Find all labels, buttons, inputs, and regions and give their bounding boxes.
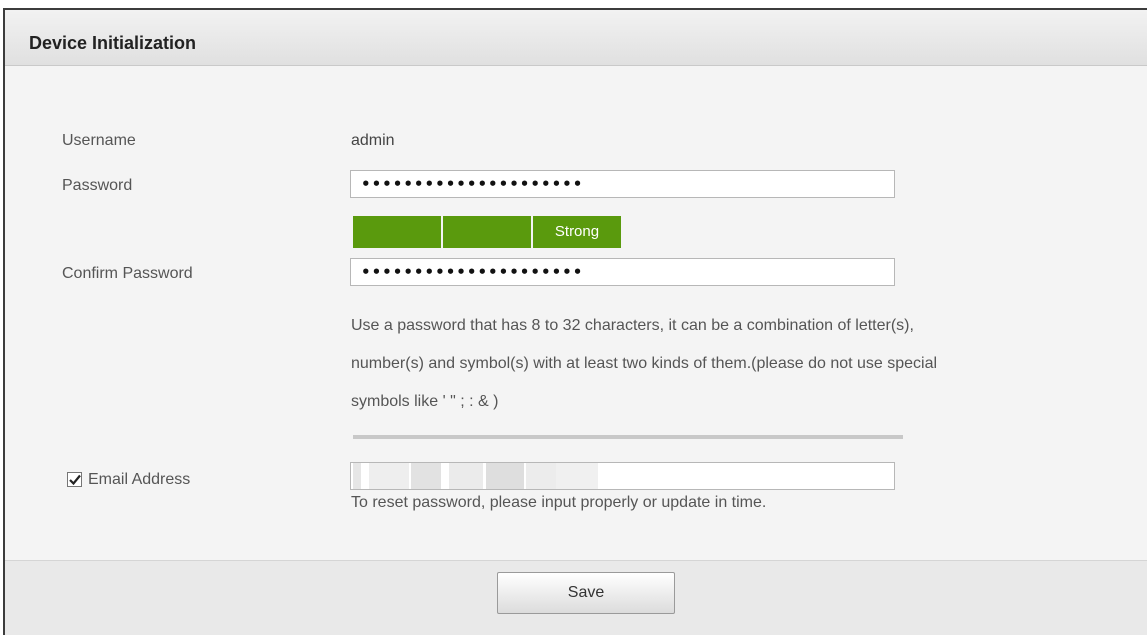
redacted-block bbox=[526, 463, 556, 489]
device-initialization-dialog: Device Initialization Username admin Pas… bbox=[3, 8, 1147, 635]
dialog-title-bar: Device Initialization bbox=[5, 10, 1147, 66]
checkmark-icon bbox=[69, 474, 81, 486]
save-button[interactable]: Save bbox=[497, 572, 675, 614]
password-hint: Use a password that has 8 to 32 characte… bbox=[351, 307, 1111, 421]
email-note: To reset password, please input properly… bbox=[351, 494, 767, 511]
strength-segment-2 bbox=[443, 216, 531, 248]
username-value: admin bbox=[351, 132, 395, 149]
email-checkbox[interactable] bbox=[67, 472, 82, 487]
username-label: Username bbox=[62, 132, 136, 149]
password-hint-line-1: Use a password that has 8 to 32 characte… bbox=[351, 317, 914, 334]
section-divider bbox=[353, 435, 903, 439]
dialog-title: Device Initialization bbox=[29, 33, 197, 53]
password-field[interactable] bbox=[350, 170, 895, 198]
password-hint-line-2: number(s) and symbol(s) with at least tw… bbox=[351, 355, 938, 372]
password-label: Password bbox=[62, 177, 133, 194]
email-address-label: Email Address bbox=[88, 471, 191, 488]
confirm-password-label: Confirm Password bbox=[62, 265, 193, 282]
redacted-block bbox=[353, 463, 361, 489]
email-field[interactable] bbox=[350, 462, 895, 490]
strength-label: Strong bbox=[533, 216, 621, 248]
redacted-block bbox=[486, 463, 524, 489]
strength-segment-1 bbox=[353, 216, 441, 248]
confirm-password-field[interactable] bbox=[350, 258, 895, 286]
password-hint-line-3: symbols like ' " ; : & ) bbox=[351, 393, 499, 410]
password-strength-meter: Strong bbox=[353, 216, 621, 248]
redacted-block bbox=[556, 463, 598, 489]
redacted-block bbox=[411, 463, 441, 489]
redacted-block bbox=[369, 463, 409, 489]
redacted-block bbox=[449, 463, 483, 489]
